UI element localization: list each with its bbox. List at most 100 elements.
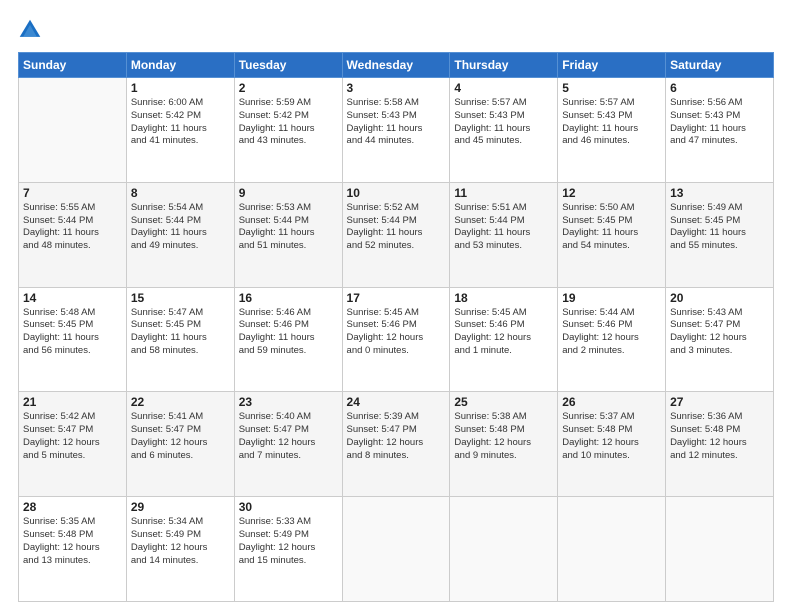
- day-info: Sunrise: 5:55 AMSunset: 5:44 PMDaylight:…: [23, 202, 122, 253]
- day-info: Sunrise: 5:50 AMSunset: 5:45 PMDaylight:…: [562, 202, 661, 253]
- calendar-week-row: 28 Sunrise: 5:35 AMSunset: 5:48 PMDayligh…: [19, 497, 774, 602]
- col-header-thursday: Thursday: [450, 53, 558, 78]
- calendar-cell: 22 Sunrise: 5:41 AMSunset: 5:47 PMDayligh…: [126, 392, 234, 497]
- calendar-cell: 23 Sunrise: 5:40 AMSunset: 5:47 PMDayligh…: [234, 392, 342, 497]
- calendar-cell: 3 Sunrise: 5:58 AMSunset: 5:43 PMDaylight…: [342, 78, 450, 183]
- calendar-cell: [342, 497, 450, 602]
- calendar-cell: 20Sunrise: 5:43 AMSunset: 5:47 PMDayligh…: [666, 287, 774, 392]
- day-info: Sunrise: 5:53 AMSunset: 5:44 PMDaylight:…: [239, 202, 338, 253]
- col-header-tuesday: Tuesday: [234, 53, 342, 78]
- day-info: Sunrise: 5:49 AMSunset: 5:45 PMDaylight:…: [670, 202, 769, 253]
- day-number: 22: [131, 395, 230, 409]
- calendar-cell: [558, 497, 666, 602]
- day-info: Sunrise: 5:57 AMSunset: 5:43 PMDaylight:…: [562, 97, 661, 148]
- header: [18, 18, 774, 42]
- page: SundayMondayTuesdayWednesdayThursdayFrid…: [0, 0, 792, 612]
- calendar-week-row: 21Sunrise: 5:42 AMSunset: 5:47 PMDayligh…: [19, 392, 774, 497]
- calendar-cell: [666, 497, 774, 602]
- logo: [18, 18, 46, 42]
- calendar-week-row: 14 Sunrise: 5:48 AMSunset: 5:45 PMDayligh…: [19, 287, 774, 392]
- calendar-cell: 18Sunrise: 5:45 AMSunset: 5:46 PMDayligh…: [450, 287, 558, 392]
- calendar-cell: 21Sunrise: 5:42 AMSunset: 5:47 PMDayligh…: [19, 392, 127, 497]
- calendar-cell: 17Sunrise: 5:45 AMSunset: 5:46 PMDayligh…: [342, 287, 450, 392]
- calendar-week-row: 1Sunrise: 6:00 AMSunset: 5:42 PMDaylight…: [19, 78, 774, 183]
- day-number: 15: [131, 291, 230, 305]
- day-info: Sunrise: 5:51 AMSunset: 5:44 PMDaylight:…: [454, 202, 553, 253]
- day-info: Sunrise: 5:35 AMSunset: 5:48 PMDaylight:…: [23, 516, 122, 567]
- day-number: 12: [562, 186, 661, 200]
- calendar-table: SundayMondayTuesdayWednesdayThursdayFrid…: [18, 52, 774, 602]
- day-number: 23: [239, 395, 338, 409]
- day-number: 2: [239, 81, 338, 95]
- calendar-cell: 28 Sunrise: 5:35 AMSunset: 5:48 PMDayligh…: [19, 497, 127, 602]
- day-number: 10: [347, 186, 446, 200]
- day-info: Sunrise: 5:37 AMSunset: 5:48 PMDaylight:…: [562, 411, 661, 462]
- calendar-cell: 10 Sunrise: 5:52 AMSunset: 5:44 PMDayligh…: [342, 182, 450, 287]
- day-number: 1: [131, 81, 230, 95]
- day-info: Sunrise: 5:56 AMSunset: 5:43 PMDaylight:…: [670, 97, 769, 148]
- calendar-cell: 24 Sunrise: 5:39 AMSunset: 5:47 PMDayligh…: [342, 392, 450, 497]
- calendar-cell: 25Sunrise: 5:38 AMSunset: 5:48 PMDayligh…: [450, 392, 558, 497]
- day-info: Sunrise: 5:39 AMSunset: 5:47 PMDaylight:…: [347, 411, 446, 462]
- day-info: Sunrise: 5:43 AMSunset: 5:47 PMDaylight:…: [670, 307, 769, 358]
- calendar-cell: 13 Sunrise: 5:49 AMSunset: 5:45 PMDayligh…: [666, 182, 774, 287]
- col-header-sunday: Sunday: [19, 53, 127, 78]
- day-info: Sunrise: 5:40 AMSunset: 5:47 PMDaylight:…: [239, 411, 338, 462]
- day-info: Sunrise: 5:38 AMSunset: 5:48 PMDaylight:…: [454, 411, 553, 462]
- day-info: Sunrise: 5:36 AMSunset: 5:48 PMDaylight:…: [670, 411, 769, 462]
- calendar-cell: 7 Sunrise: 5:55 AMSunset: 5:44 PMDaylight…: [19, 182, 127, 287]
- calendar-cell: [450, 497, 558, 602]
- day-info: Sunrise: 5:34 AMSunset: 5:49 PMDaylight:…: [131, 516, 230, 567]
- day-info: Sunrise: 5:41 AMSunset: 5:47 PMDaylight:…: [131, 411, 230, 462]
- day-info: Sunrise: 5:58 AMSunset: 5:43 PMDaylight:…: [347, 97, 446, 148]
- day-number: 29: [131, 500, 230, 514]
- day-number: 9: [239, 186, 338, 200]
- day-number: 6: [670, 81, 769, 95]
- day-info: Sunrise: 5:45 AMSunset: 5:46 PMDaylight:…: [347, 307, 446, 358]
- day-number: 3: [347, 81, 446, 95]
- col-header-friday: Friday: [558, 53, 666, 78]
- day-info: Sunrise: 5:52 AMSunset: 5:44 PMDaylight:…: [347, 202, 446, 253]
- calendar-cell: 30Sunrise: 5:33 AMSunset: 5:49 PMDayligh…: [234, 497, 342, 602]
- day-number: 28: [23, 500, 122, 514]
- day-info: Sunrise: 5:57 AMSunset: 5:43 PMDaylight:…: [454, 97, 553, 148]
- calendar-cell: 1Sunrise: 6:00 AMSunset: 5:42 PMDaylight…: [126, 78, 234, 183]
- calendar-header-row: SundayMondayTuesdayWednesdayThursdayFrid…: [19, 53, 774, 78]
- calendar-cell: 29 Sunrise: 5:34 AMSunset: 5:49 PMDayligh…: [126, 497, 234, 602]
- calendar-cell: 15 Sunrise: 5:47 AMSunset: 5:45 PMDayligh…: [126, 287, 234, 392]
- day-info: Sunrise: 5:47 AMSunset: 5:45 PMDaylight:…: [131, 307, 230, 358]
- day-number: 24: [347, 395, 446, 409]
- calendar-cell: 11 Sunrise: 5:51 AMSunset: 5:44 PMDayligh…: [450, 182, 558, 287]
- day-number: 11: [454, 186, 553, 200]
- day-info: Sunrise: 5:45 AMSunset: 5:46 PMDaylight:…: [454, 307, 553, 358]
- day-info: Sunrise: 5:44 AMSunset: 5:46 PMDaylight:…: [562, 307, 661, 358]
- day-info: Sunrise: 5:48 AMSunset: 5:45 PMDaylight:…: [23, 307, 122, 358]
- logo-icon: [18, 18, 42, 42]
- day-number: 27: [670, 395, 769, 409]
- calendar-cell: 4 Sunrise: 5:57 AMSunset: 5:43 PMDaylight…: [450, 78, 558, 183]
- calendar-week-row: 7 Sunrise: 5:55 AMSunset: 5:44 PMDaylight…: [19, 182, 774, 287]
- calendar-cell: 8Sunrise: 5:54 AMSunset: 5:44 PMDaylight…: [126, 182, 234, 287]
- calendar-cell: 14 Sunrise: 5:48 AMSunset: 5:45 PMDayligh…: [19, 287, 127, 392]
- calendar-cell: 27 Sunrise: 5:36 AMSunset: 5:48 PMDayligh…: [666, 392, 774, 497]
- day-info: Sunrise: 5:59 AMSunset: 5:42 PMDaylight:…: [239, 97, 338, 148]
- day-number: 30: [239, 500, 338, 514]
- calendar-cell: 5 Sunrise: 5:57 AMSunset: 5:43 PMDaylight…: [558, 78, 666, 183]
- day-number: 14: [23, 291, 122, 305]
- day-number: 21: [23, 395, 122, 409]
- col-header-wednesday: Wednesday: [342, 53, 450, 78]
- day-number: 4: [454, 81, 553, 95]
- day-number: 8: [131, 186, 230, 200]
- day-number: 7: [23, 186, 122, 200]
- day-info: Sunrise: 5:46 AMSunset: 5:46 PMDaylight:…: [239, 307, 338, 358]
- calendar-cell: [19, 78, 127, 183]
- day-number: 13: [670, 186, 769, 200]
- calendar-cell: 9 Sunrise: 5:53 AMSunset: 5:44 PMDaylight…: [234, 182, 342, 287]
- day-number: 26: [562, 395, 661, 409]
- calendar-cell: 2 Sunrise: 5:59 AMSunset: 5:42 PMDaylight…: [234, 78, 342, 183]
- calendar-cell: 26 Sunrise: 5:37 AMSunset: 5:48 PMDayligh…: [558, 392, 666, 497]
- day-number: 5: [562, 81, 661, 95]
- day-number: 16: [239, 291, 338, 305]
- calendar-cell: 19Sunrise: 5:44 AMSunset: 5:46 PMDayligh…: [558, 287, 666, 392]
- col-header-monday: Monday: [126, 53, 234, 78]
